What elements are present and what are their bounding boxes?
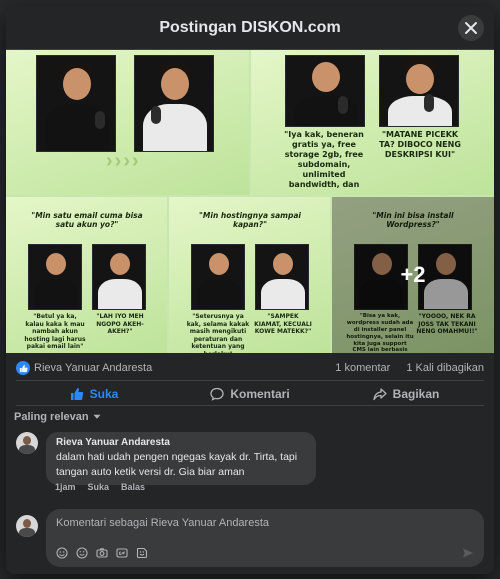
- post-dialog: Postingan DISKON.com › › › › "Iya kak, b…: [6, 6, 494, 574]
- chevron-down-icon: [93, 414, 101, 419]
- photo-presenter-left: [28, 244, 82, 310]
- comment-bubble: Rieva Yanuar Andaresta dalam hati udah p…: [46, 432, 316, 486]
- tile-2-caption-left: "Iya kak, beneran gratis ya, free storag…: [284, 130, 364, 189]
- share-label: Bagikan: [392, 387, 440, 401]
- camera-icon[interactable]: [96, 547, 108, 559]
- comment-input-placeholder: Komentari sebagai Rieva Yanuar Andaresta: [56, 517, 270, 529]
- comment-text: dalam hati udah pengen ngegas kayak dr. …: [56, 451, 298, 478]
- photo-presenter-right: [134, 55, 214, 152]
- tile-3-answer-left: "Betul ya ka, kalau kaka k mau nambah ak…: [24, 313, 86, 350]
- tile-2-caption-right: "MATANE PICEKK TA? DIBOCO NENG DESKRIPSI…: [379, 130, 461, 159]
- comment-button[interactable]: Komentari: [172, 383, 328, 405]
- sort-label: Paling relevan: [14, 411, 89, 423]
- share-count[interactable]: 1 Kali dibagikan: [406, 362, 484, 374]
- emoji-icon[interactable]: [76, 547, 88, 559]
- tile-3-answer-right: "LAH IYO MEH NGOPO AKEH-AKEH?": [96, 313, 144, 335]
- photo-presenter-left: [36, 55, 116, 152]
- reaction-stats: Rieva Yanuar Andaresta 1 komentar 1 Kali…: [16, 359, 484, 377]
- avatar: [16, 515, 38, 537]
- dialog-title: Postingan DISKON.com: [159, 18, 341, 36]
- like-icon: [70, 388, 83, 400]
- comment-like-link[interactable]: Suka: [88, 482, 110, 492]
- avatar-sticker-icon[interactable]: [56, 547, 68, 559]
- media-tile-2[interactable]: "Iya kak, beneran gratis ya, free storag…: [251, 50, 494, 195]
- tile-3-question: "Min satu email cuma bisa satu akun yo?": [31, 211, 143, 230]
- close-icon: [465, 22, 477, 34]
- dialog-header: Postingan DISKON.com: [6, 6, 494, 50]
- composer-tools: [56, 547, 148, 559]
- comment-count[interactable]: 1 komentar: [335, 362, 390, 374]
- post-media-grid[interactable]: › › › › "Iya kak, beneran gratis ya, free s…: [6, 50, 494, 353]
- like-button[interactable]: Suka: [16, 383, 172, 405]
- comment-reply-link[interactable]: Balas: [121, 482, 145, 492]
- comment-composer: Komentari sebagai Rieva Yanuar Andaresta: [16, 509, 484, 567]
- avatar[interactable]: [16, 432, 38, 454]
- comment-meta: 1jam Suka Balas: [55, 482, 145, 492]
- send-icon[interactable]: [462, 547, 474, 559]
- share-button[interactable]: Bagikan: [328, 383, 484, 405]
- tile-4-question: "Min hostingnya sampai kapan?": [199, 211, 301, 230]
- tile-4-answer-right: "SAMPEK KIAMAT, KECUALI KOWE MATEKK?": [254, 313, 312, 335]
- photo-presenter-right: [379, 55, 459, 127]
- comment-sort-dropdown[interactable]: Paling relevan: [14, 411, 101, 423]
- comment-input[interactable]: Komentari sebagai Rieva Yanuar Andaresta: [46, 509, 484, 567]
- comment-author[interactable]: Rieva Yanuar Andaresta: [56, 437, 306, 448]
- like-label: Suka: [89, 387, 119, 401]
- media-tile-1[interactable]: › › › ›: [6, 50, 249, 195]
- more-photos-count: +2: [400, 262, 426, 287]
- close-button[interactable]: [458, 15, 484, 41]
- like-reaction-icon: [16, 361, 30, 375]
- photo-presenter-left: [191, 244, 245, 310]
- post-actions: Suka Komentari Bagikan: [16, 380, 484, 406]
- photo-presenter-right: [92, 244, 146, 310]
- liker-name[interactable]: Rieva Yanuar Andaresta: [34, 362, 152, 374]
- chevron-decoration: › › › ›: [106, 150, 139, 172]
- tile-4-answer-left: "Seterusnya ya kak, selama kakak masih m…: [186, 313, 250, 353]
- sticker-icon[interactable]: [136, 547, 148, 559]
- media-tile-4[interactable]: "Min hostingnya sampai kapan?" "Seterusn…: [169, 197, 330, 353]
- comment-time[interactable]: 1jam: [55, 482, 76, 492]
- media-tile-3[interactable]: "Min satu email cuma bisa satu akun yo?"…: [6, 197, 167, 353]
- more-photos-overlay[interactable]: +2: [332, 197, 494, 353]
- comment-icon: [210, 387, 224, 401]
- photo-presenter-left: [285, 55, 365, 127]
- gif-icon[interactable]: [116, 547, 128, 559]
- photo-presenter-right: [255, 244, 309, 310]
- comment-label: Komentari: [230, 387, 290, 401]
- share-icon: [373, 388, 387, 401]
- media-tile-5[interactable]: "Min ini bisa install Wordpress?" "Bisa …: [332, 197, 494, 353]
- comment-item: Rieva Yanuar Andaresta dalam hati udah p…: [16, 432, 484, 486]
